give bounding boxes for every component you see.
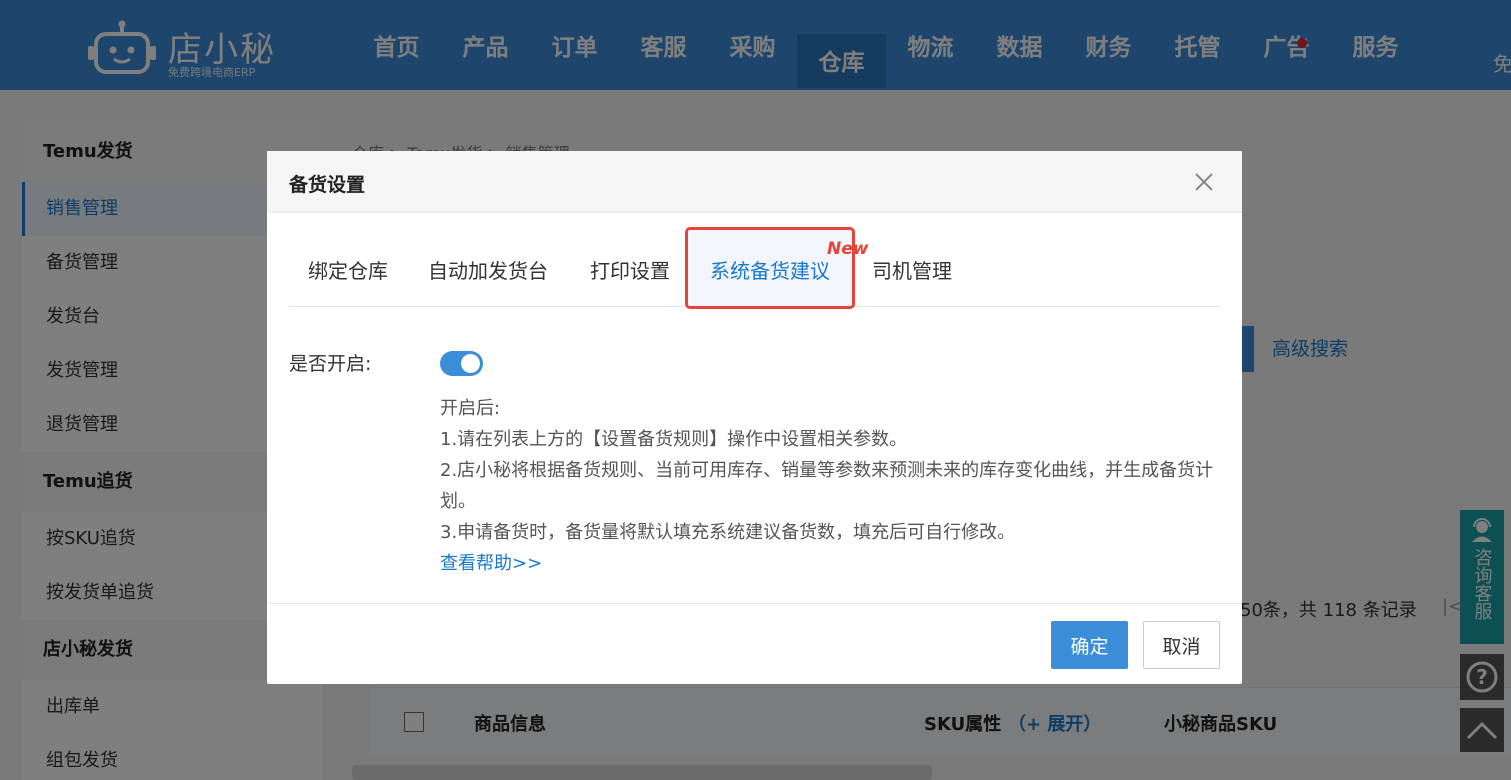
modal-header: 备货设置 xyxy=(267,151,1242,213)
cancel-button[interactable]: 取消 xyxy=(1143,621,1220,669)
stock-settings-modal: 备货设置 绑定仓库 自动加发货台 打印设置 系统备货建议 New 司机管理 是否… xyxy=(267,151,1242,684)
confirm-button[interactable]: 确定 xyxy=(1051,621,1128,669)
description: 开启后: 1.请在列表上方的【设置备货规则】操作中设置相关参数。 2.店小秘将根… xyxy=(440,393,1230,579)
new-badge: New xyxy=(827,239,869,259)
close-icon[interactable] xyxy=(1193,171,1215,193)
tab-driver-management[interactable]: 司机管理 xyxy=(872,255,952,284)
tab-bind-warehouse[interactable]: 绑定仓库 xyxy=(308,255,388,284)
desc-intro: 开启后: xyxy=(440,398,501,419)
desc-line-2: 2.店小秘将根据备货规则、当前可用库存、销量等参数来预测未来的库存变化曲线，并生… xyxy=(440,460,1214,512)
modal-footer: 确定 取消 xyxy=(267,603,1242,684)
help-link[interactable]: 查看帮助>> xyxy=(440,548,1230,579)
desc-line-3: 3.申请备货时，备货量将默认填充系统建议备货数，填充后可自行修改。 xyxy=(440,522,1016,543)
tab-auto-add-shipping[interactable]: 自动加发货台 xyxy=(428,255,548,284)
toggle-knob xyxy=(461,354,480,373)
modal-tabs: 绑定仓库 自动加发货台 打印设置 系统备货建议 New 司机管理 xyxy=(289,213,1221,309)
desc-line-1: 1.请在列表上方的【设置备货规则】操作中设置相关参数。 xyxy=(440,429,908,450)
modal-title: 备货设置 xyxy=(289,174,366,196)
tab-system-stock-suggestion[interactable]: 系统备货建议 xyxy=(710,255,830,284)
tab-print-settings[interactable]: 打印设置 xyxy=(590,255,670,284)
enable-label: 是否开启: xyxy=(289,353,372,375)
enable-toggle[interactable] xyxy=(440,351,483,376)
